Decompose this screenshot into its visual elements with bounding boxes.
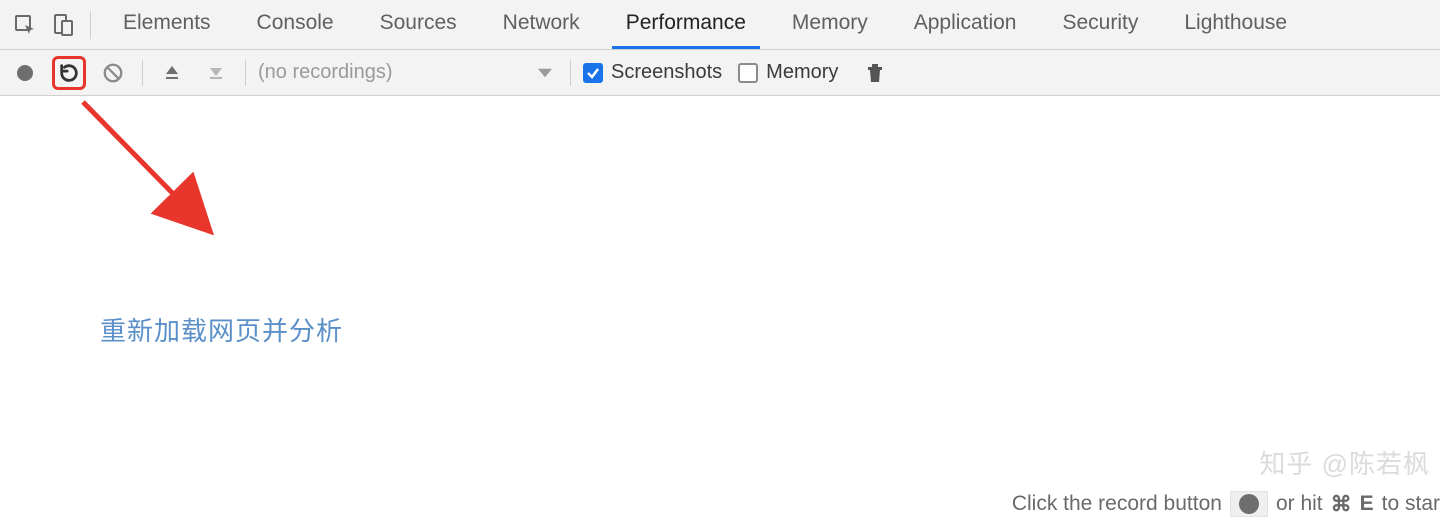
tab-label: Sources — [380, 11, 457, 35]
divider — [245, 60, 246, 86]
tab-label: Lighthouse — [1184, 11, 1287, 35]
checkbox-icon — [583, 63, 603, 83]
divider — [570, 60, 571, 86]
clear-button[interactable] — [96, 56, 130, 90]
tab-elements[interactable]: Elements — [109, 0, 225, 49]
recordings-dropdown[interactable]: (no recordings) — [258, 61, 558, 84]
hint-middle: or hit — [1276, 492, 1323, 516]
hint-cmd: ⌘ — [1331, 492, 1352, 517]
record-hint: Click the record button or hit ⌘ E to st… — [1012, 491, 1440, 517]
checkbox-icon — [738, 63, 758, 83]
tabs-row: Elements Console Sources Network Perform… — [109, 0, 1301, 49]
tab-label: Elements — [123, 11, 211, 35]
tab-console[interactable]: Console — [243, 0, 348, 49]
device-toolbar-icon[interactable] — [44, 6, 82, 44]
garbage-collect-button[interactable] — [858, 56, 892, 90]
devtools-tab-bar: Elements Console Sources Network Perform… — [0, 0, 1440, 50]
save-profile-button[interactable] — [199, 56, 233, 90]
record-button[interactable] — [8, 56, 42, 90]
hint-suffix: to star — [1382, 492, 1440, 516]
divider — [142, 60, 143, 86]
tab-application[interactable]: Application — [900, 0, 1031, 49]
chevron-down-icon — [538, 66, 552, 80]
tab-label: Application — [914, 11, 1017, 35]
annotation-text: 重新加载网页并分析 — [100, 311, 343, 348]
hint-prefix: Click the record button — [1012, 492, 1222, 516]
tab-network[interactable]: Network — [489, 0, 594, 49]
load-profile-button[interactable] — [155, 56, 189, 90]
tab-label: Memory — [792, 11, 868, 35]
reload-record-button[interactable] — [52, 56, 86, 90]
tab-memory[interactable]: Memory — [778, 0, 882, 49]
memory-checkbox[interactable]: Memory — [738, 61, 838, 84]
divider — [90, 11, 91, 39]
screenshots-checkbox[interactable]: Screenshots — [583, 61, 722, 84]
tab-performance[interactable]: Performance — [612, 0, 760, 49]
annotation-arrow-icon — [65, 96, 225, 316]
screenshots-label: Screenshots — [611, 61, 722, 84]
tab-label: Console — [257, 11, 334, 35]
hint-key: E — [1360, 492, 1374, 516]
watermark: 知乎 @陈若枫 — [1259, 444, 1430, 481]
memory-label: Memory — [766, 61, 838, 84]
tab-sources[interactable]: Sources — [366, 0, 471, 49]
tab-label: Performance — [626, 11, 746, 35]
recordings-placeholder: (no recordings) — [258, 61, 393, 84]
performance-toolbar: (no recordings) Screenshots Memory — [0, 50, 1440, 96]
inspect-element-icon[interactable] — [6, 6, 44, 44]
tab-label: Security — [1062, 11, 1138, 35]
hint-record-icon — [1230, 491, 1268, 517]
tab-label: Network — [503, 11, 580, 35]
tab-security[interactable]: Security — [1048, 0, 1152, 49]
tab-lighthouse[interactable]: Lighthouse — [1170, 0, 1301, 49]
performance-panel: 重新加载网页并分析 知乎 @陈若枫 Click the record butto… — [0, 96, 1440, 525]
